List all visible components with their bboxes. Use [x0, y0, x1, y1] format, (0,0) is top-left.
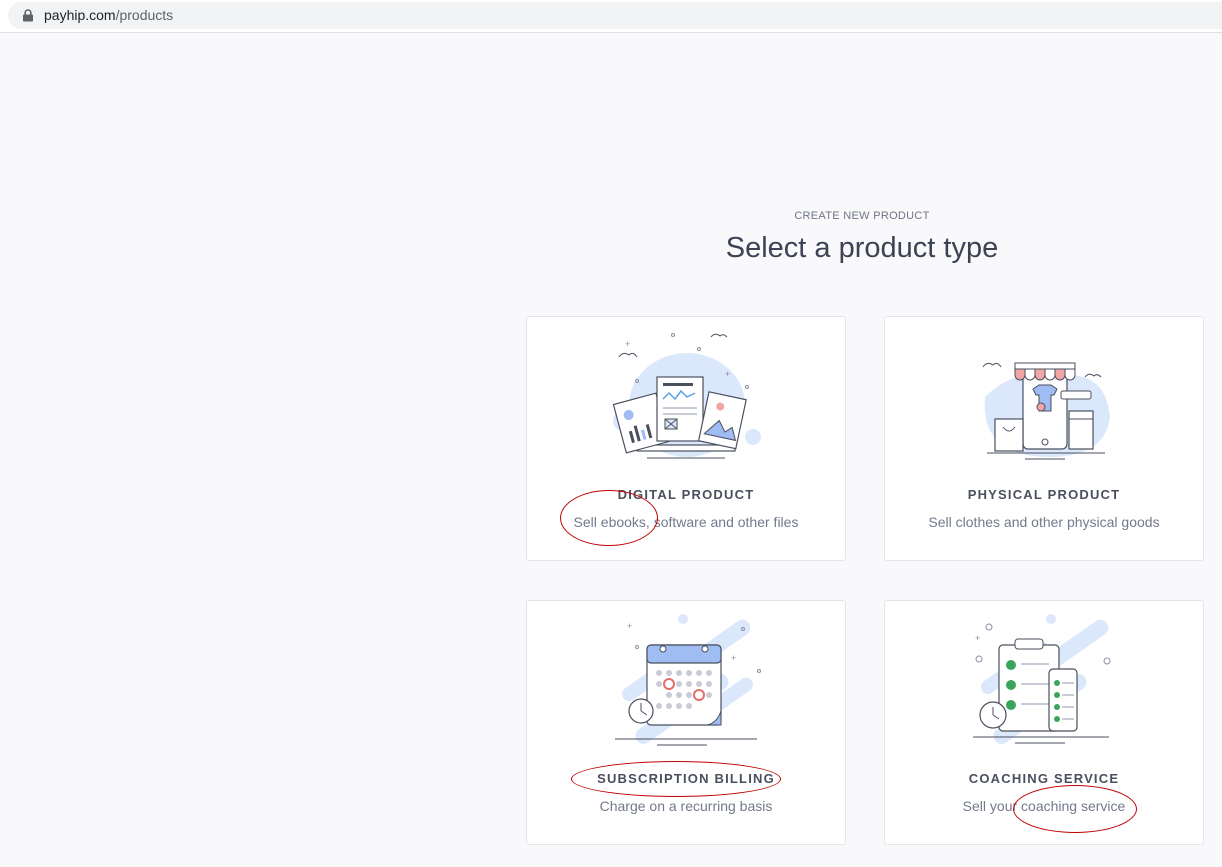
product-card-physical[interactable]: PHYSICAL PRODUCT Sell clothes and other … — [884, 316, 1204, 561]
product-name: SUBSCRIPTION BILLING — [597, 771, 775, 786]
product-card-subscription[interactable]: + + SUBSCRIPTION BILLING Charge on a rec… — [526, 600, 846, 845]
calendar-illustration-icon: + + — [615, 614, 761, 746]
url-host: payhip.com — [44, 7, 116, 23]
page-title: Select a product type — [725, 232, 999, 264]
product-description: Sell clothes and other physical goods — [928, 514, 1160, 530]
svg-text:+: + — [725, 369, 730, 379]
lock-icon — [23, 9, 33, 22]
browser-address-bar: payhip.com/products — [0, 0, 1222, 33]
page-kicker: CREATE NEW PRODUCT — [794, 210, 930, 222]
url-text[interactable]: payhip.com/products — [44, 7, 173, 23]
url-path: /products — [115, 7, 174, 23]
svg-text:+: + — [625, 339, 630, 349]
product-description: Charge on a recurring basis — [599, 798, 773, 814]
product-name: DIGITAL PRODUCT — [617, 487, 755, 502]
product-description: Sell ebooks, software and other files — [573, 514, 799, 530]
svg-text:+: + — [627, 621, 632, 631]
product-name: PHYSICAL PRODUCT — [967, 487, 1121, 502]
product-card-coaching[interactable]: + COACHING SERVICE Sell your coaching se… — [884, 600, 1204, 845]
product-name: COACHING SERVICE — [968, 771, 1120, 786]
product-description: Sell your coaching service — [962, 798, 1126, 814]
checklist-illustration-icon: + — [973, 614, 1111, 744]
digital-files-illustration-icon: + + — [612, 333, 761, 459]
url-field[interactable] — [8, 2, 1222, 29]
svg-text:+: + — [975, 633, 980, 643]
storefront-illustration-icon — [982, 362, 1110, 460]
product-card-digital[interactable]: + + DIGITAL PRODUCT Sell ebooks, softwar… — [526, 316, 846, 561]
svg-text:+: + — [731, 653, 736, 663]
